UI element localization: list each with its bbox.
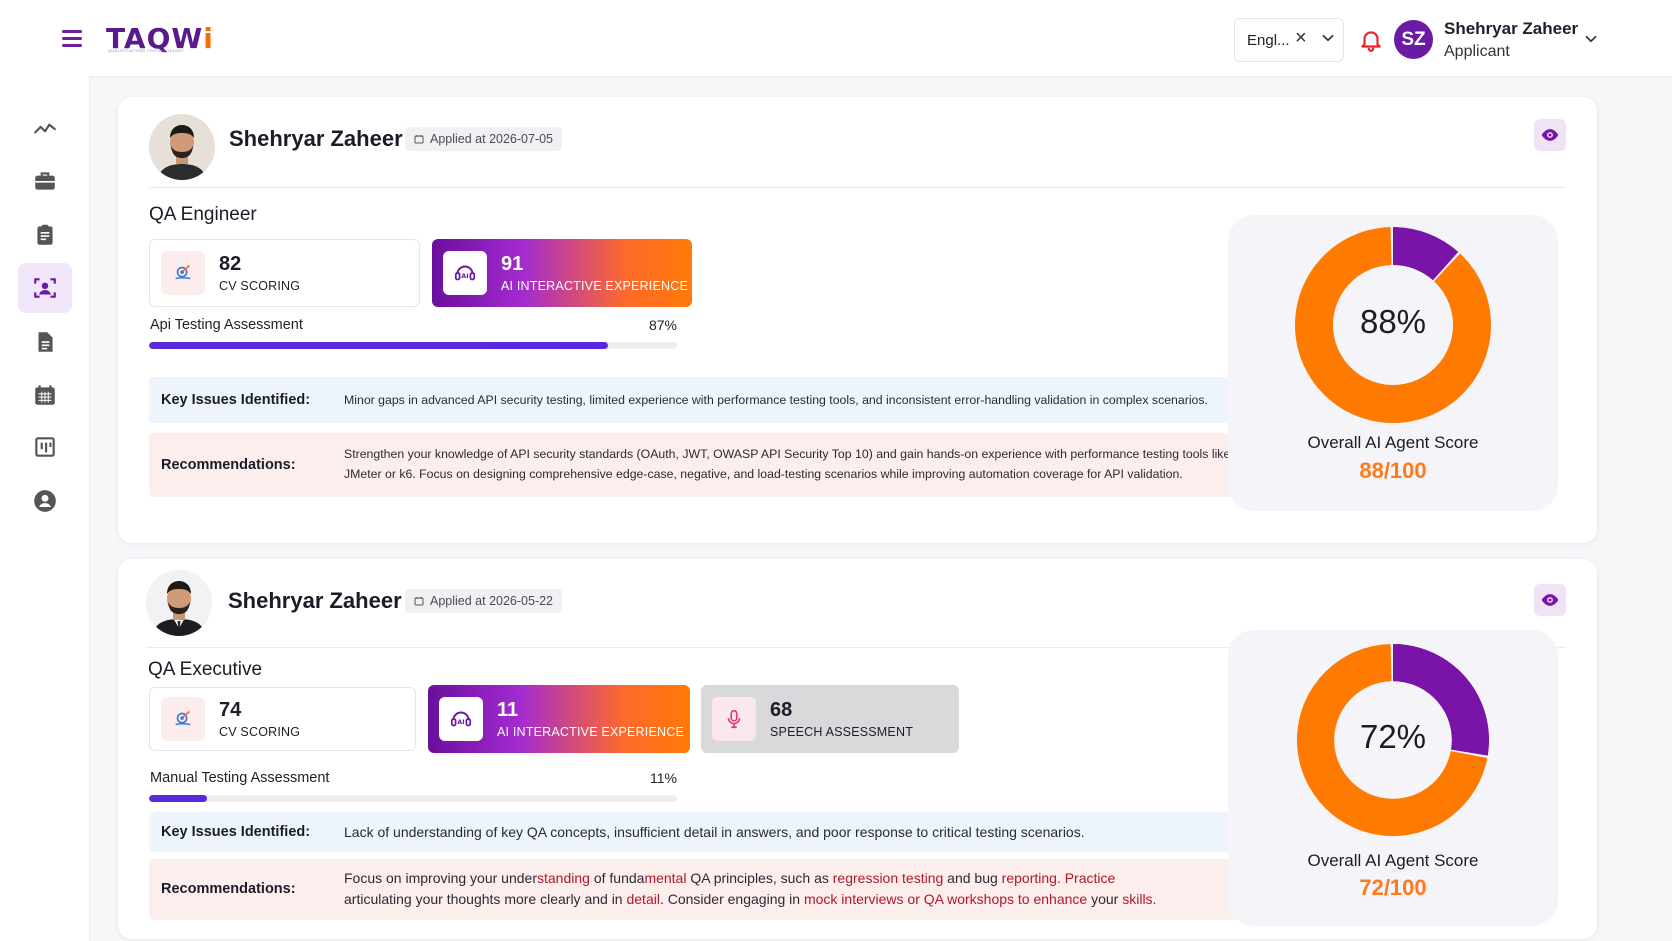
recommendations-box: Recommendations: Strengthen your knowled… [149, 433, 1327, 497]
recommendations-label: Recommendations: [161, 457, 296, 473]
speech-score-value: 68 [770, 699, 793, 721]
chart-line-icon [34, 123, 56, 134]
recommendations-text: Focus on improving your understanding of… [344, 870, 1157, 907]
assessment-progress-fill [149, 795, 208, 802]
sidebar-item-calendar[interactable] [18, 370, 72, 420]
overall-score-percent: 72% [1359, 718, 1427, 755]
overall-score-panel: 88% Overall AI Agent Score 88/100 [1228, 215, 1558, 511]
user-role: Applicant [1444, 43, 1510, 60]
calendar-small-icon [414, 597, 424, 606]
assessment-percent: 11% [650, 770, 677, 786]
cv-target-icon [161, 697, 205, 741]
ai-headset-icon: AI [443, 251, 487, 295]
cv-target-icon [161, 251, 205, 295]
calendar-small-icon [414, 135, 424, 144]
overall-score-value: 72/100 [1359, 875, 1427, 900]
key-issues-label: Key Issues Identified: [161, 824, 311, 840]
ai-experience-score-value: 91 [501, 253, 524, 275]
key-issues-text: Lack of understanding of key QA concepts… [344, 824, 1085, 840]
overall-score-value: 88/100 [1359, 458, 1427, 483]
sidebar-item-assessments[interactable] [18, 210, 72, 260]
application-card-2: Shehryar Zaheer Applied at 2026-05-22 QA… [118, 559, 1597, 939]
candidate-name: Shehryar Zaheer [228, 588, 402, 613]
candidate-name: Shehryar Zaheer [229, 126, 403, 151]
overall-score-panel: 72% Overall AI Agent Score 72/100 [1228, 630, 1558, 926]
user-circle-icon [34, 490, 56, 512]
recommendations-text: Strengthen your knowledge of API securit… [344, 447, 1231, 481]
applied-date-badge: Applied at 2026-07-05 [405, 127, 563, 151]
view-button[interactable] [1534, 584, 1566, 616]
microphone-icon [712, 697, 756, 741]
view-button[interactable] [1534, 119, 1566, 151]
speech-assessment-score-card: 68 SPEECH ASSESSMENT [701, 685, 959, 753]
sidebar [0, 76, 90, 941]
ai-headset-icon: AI [439, 697, 483, 741]
cv-score-card: 82 CV SCORING [149, 239, 420, 307]
sidebar-item-documents[interactable] [18, 317, 72, 367]
job-title: QA Executive [148, 659, 263, 680]
ai-experience-score-card: AI 91 AI INTERACTIVE EXPERIENCE [432, 239, 692, 307]
job-title: QA Engineer [149, 204, 257, 225]
calendar-icon [35, 385, 55, 405]
language-select[interactable]: Engl... × [1234, 18, 1344, 62]
overall-score-percent: 88% [1359, 303, 1427, 340]
assessment-progress-bar [149, 795, 677, 802]
assessment-percent: 87% [648, 317, 677, 333]
overall-score-label: Overall AI Agent Score [1307, 851, 1479, 870]
sidebar-item-analytics[interactable] [18, 103, 72, 153]
assessment-progress-bar [149, 342, 677, 349]
svg-text:AI: AI [461, 272, 468, 280]
clipboard-icon [37, 224, 53, 245]
sidebar-item-candidates[interactable] [18, 263, 72, 313]
candidate-photo [149, 114, 215, 180]
language-value: Engl... [1247, 31, 1290, 49]
user-name[interactable]: Shehryar Zaheer [1444, 19, 1578, 39]
sidebar-item-profile[interactable] [18, 476, 72, 526]
key-issues-box: Key Issues Identified: Lack of understan… [149, 812, 1327, 852]
sidebar-item-jobs[interactable] [18, 156, 72, 206]
ai-experience-score-label: AI INTERACTIVE EXPERIENCE [497, 725, 684, 739]
sidebar-item-board[interactable] [18, 422, 72, 472]
document-icon [38, 332, 53, 352]
top-bar: TAQWi QUALIFICATIONS TESTING TALENT Engl… [0, 0, 1672, 76]
ai-experience-score-card: AI 11 AI INTERACTIVE EXPERIENCE [428, 685, 690, 753]
cv-score-value: 74 [219, 699, 242, 721]
applied-date-badge: Applied at 2026-05-22 [405, 589, 563, 613]
ai-experience-score-value: 11 [497, 699, 519, 721]
board-icon [35, 437, 55, 457]
cv-score-label: CV SCORING [219, 279, 301, 293]
application-card-1: Shehryar Zaheer Applied at 2026-07-05 QA… [118, 97, 1597, 543]
notification-bell-icon[interactable] [1358, 27, 1384, 53]
briefcase-icon [35, 172, 55, 190]
divider [149, 187, 1566, 188]
eye-icon [1541, 594, 1559, 606]
assessment-progress-fill [149, 342, 609, 349]
key-issues-label: Key Issues Identified: [161, 392, 311, 408]
menu-icon[interactable] [62, 30, 82, 47]
key-issues-text: Minor gaps in advanced API security test… [344, 393, 1208, 407]
assessment-label: Manual Testing Assessment [150, 770, 330, 786]
speech-score-label: SPEECH ASSESSMENT [770, 725, 914, 739]
key-issues-box: Key Issues Identified: Minor gaps in adv… [149, 377, 1327, 423]
clear-icon[interactable]: × [1295, 27, 1307, 50]
ai-experience-score-label: AI INTERACTIVE EXPERIENCE [501, 279, 688, 293]
candidate-scan-icon [34, 278, 56, 298]
chevron-down-icon[interactable] [1319, 29, 1337, 47]
eye-icon [1541, 129, 1559, 141]
assessment-label: Api Testing Assessment [150, 317, 303, 333]
logo-tagline: QUALIFICATIONS TESTING TALENT [108, 48, 185, 53]
recommendations-box: Recommendations: Focus on improving your… [149, 859, 1327, 920]
cv-score-value: 82 [219, 253, 242, 275]
cv-score-label: CV SCORING [219, 725, 301, 739]
candidate-photo [146, 570, 212, 636]
user-menu-chevron-icon[interactable] [1582, 30, 1600, 48]
cv-score-card: 74 CV SCORING [149, 687, 416, 751]
user-avatar[interactable]: SZ [1394, 20, 1433, 59]
svg-text:AI: AI [457, 718, 464, 726]
overall-score-label: Overall AI Agent Score [1307, 433, 1479, 452]
recommendations-label: Recommendations: [161, 881, 296, 897]
